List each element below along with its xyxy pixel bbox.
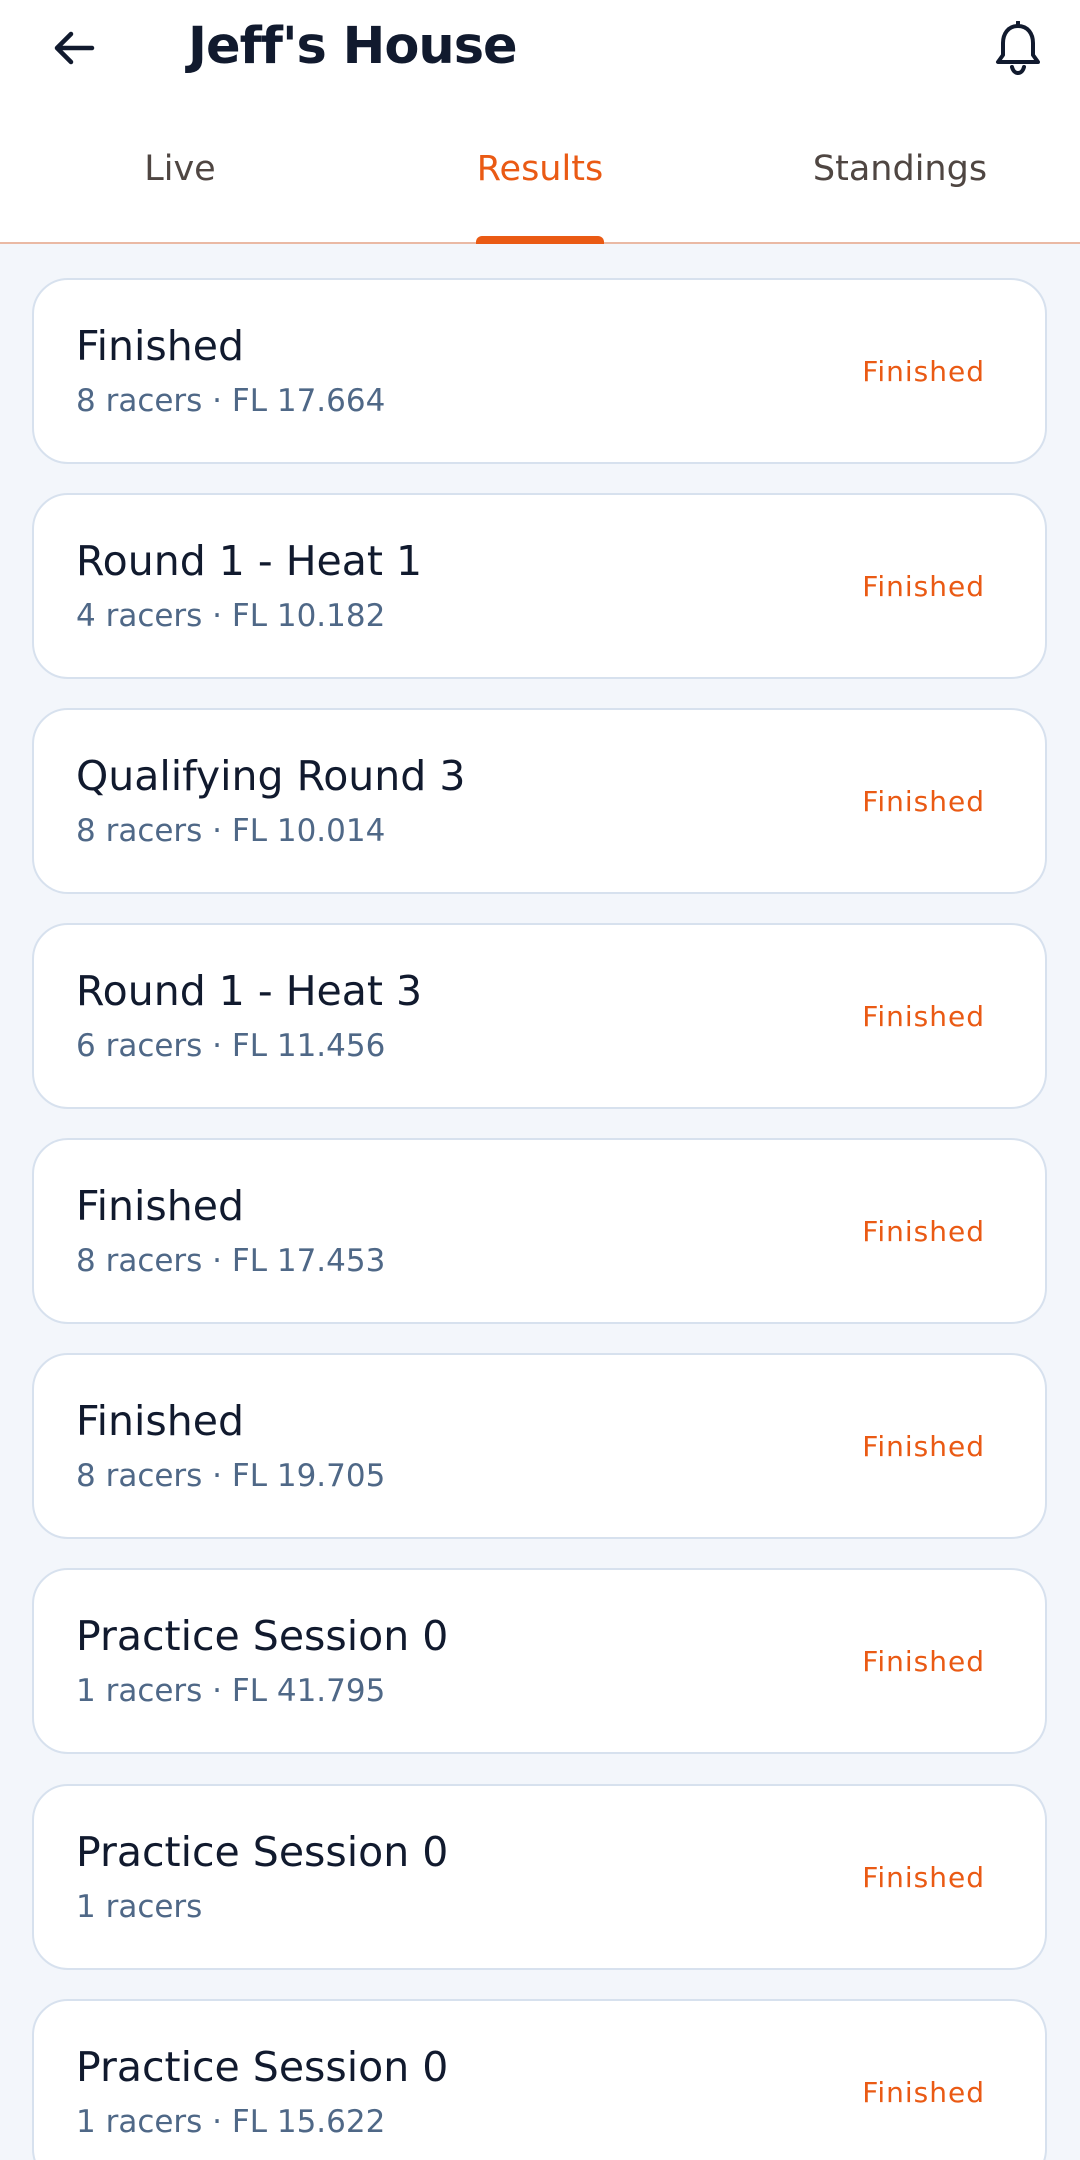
result-title: Practice Session 0 xyxy=(76,1612,449,1660)
result-subtitle: 8 racers · FL 10.014 xyxy=(76,813,386,849)
result-subtitle: 8 racers · FL 17.664 xyxy=(76,383,386,419)
result-title: Finished xyxy=(76,1397,244,1445)
result-title: Finished xyxy=(76,1182,244,1230)
tab-bar: Live Results Standings xyxy=(0,95,1080,244)
result-subtitle: 8 racers · FL 17.453 xyxy=(76,1243,386,1279)
result-card[interactable]: Round 1 - Heat 3 6 racers · FL 11.456 Fi… xyxy=(32,923,1047,1109)
top-app-bar: Jeff's House xyxy=(0,0,1080,95)
result-subtitle: 4 racers · FL 10.182 xyxy=(76,598,386,634)
result-subtitle: 6 racers · FL 11.456 xyxy=(76,1028,386,1064)
tab-live[interactable]: Live xyxy=(0,95,360,242)
active-tab-indicator xyxy=(476,236,604,244)
result-status-badge: Finished xyxy=(862,2075,985,2109)
result-card[interactable]: Finished 8 racers · FL 17.664 Finished xyxy=(32,278,1047,464)
result-status-badge: Finished xyxy=(862,569,985,603)
result-title: Qualifying Round 3 xyxy=(76,752,466,800)
result-card[interactable]: Practice Session 0 1 racers · FL 41.795 … xyxy=(32,1568,1047,1754)
tab-results[interactable]: Results xyxy=(360,95,720,242)
back-button[interactable] xyxy=(40,14,108,82)
page-title: Jeff's House xyxy=(188,17,518,76)
result-status-badge: Finished xyxy=(862,354,985,388)
result-title: Finished xyxy=(76,322,244,370)
result-subtitle: 1 racers · FL 15.622 xyxy=(76,2104,386,2140)
result-subtitle: 1 racers xyxy=(76,1889,203,1925)
arrow-left-icon xyxy=(54,31,95,65)
result-title: Practice Session 0 xyxy=(76,2043,449,2091)
result-status-badge: Finished xyxy=(862,1429,985,1463)
result-card[interactable]: Practice Session 0 1 racers Finished xyxy=(32,1784,1047,1970)
result-status-badge: Finished xyxy=(862,999,985,1033)
result-title: Practice Session 0 xyxy=(76,1828,449,1876)
result-card[interactable]: Qualifying Round 3 8 racers · FL 10.014 … xyxy=(32,708,1047,894)
result-subtitle: 1 racers · FL 41.795 xyxy=(76,1673,386,1709)
result-subtitle: 8 racers · FL 19.705 xyxy=(76,1458,386,1494)
bell-icon xyxy=(996,21,1040,75)
result-status-badge: Finished xyxy=(862,784,985,818)
result-card[interactable]: Practice Session 0 1 racers · FL 15.622 … xyxy=(32,1999,1047,2160)
result-card[interactable]: Round 1 - Heat 1 4 racers · FL 10.182 Fi… xyxy=(32,493,1047,679)
result-title: Round 1 - Heat 1 xyxy=(76,537,423,585)
tab-standings[interactable]: Standings xyxy=(720,95,1080,242)
result-card[interactable]: Finished 8 racers · FL 19.705 Finished xyxy=(32,1353,1047,1539)
result-title: Round 1 - Heat 3 xyxy=(76,967,423,1015)
notifications-button[interactable] xyxy=(984,14,1052,82)
result-status-badge: Finished xyxy=(862,1214,985,1248)
result-card[interactable]: Finished 8 racers · FL 17.453 Finished xyxy=(32,1138,1047,1324)
results-screen: Jeff's House Live Results Standings Fini… xyxy=(0,0,1080,2160)
result-status-badge: Finished xyxy=(862,1644,985,1678)
result-status-badge: Finished xyxy=(862,1860,985,1894)
